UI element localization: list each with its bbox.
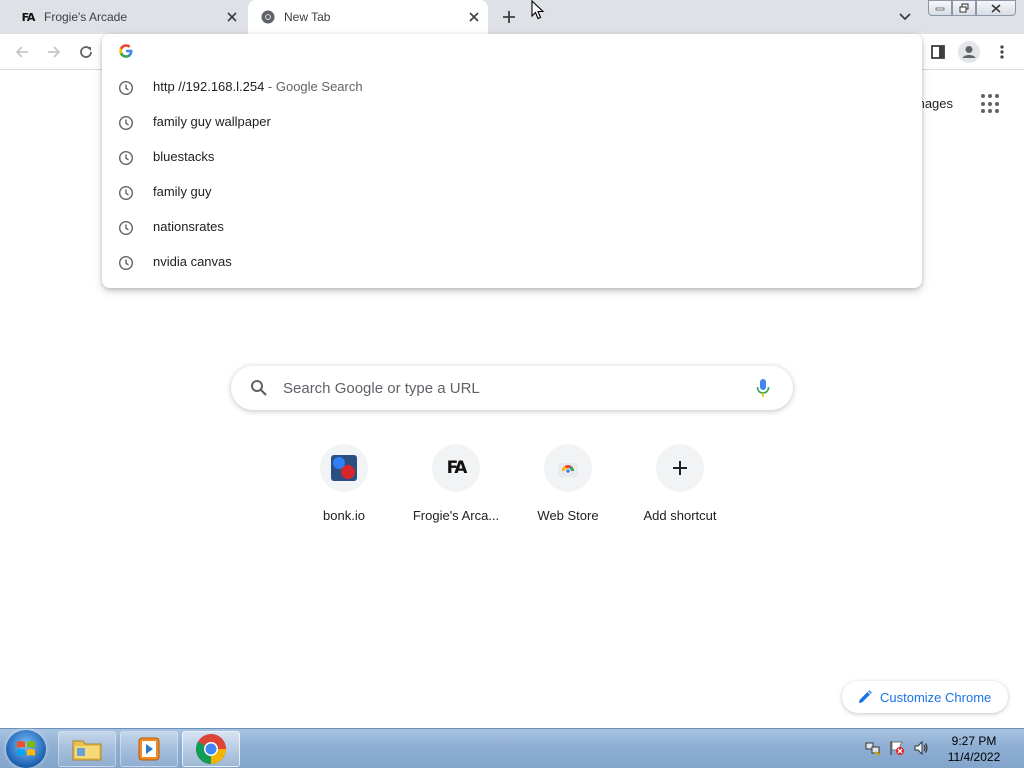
back-arrow-icon[interactable] (10, 40, 34, 64)
suggestion-item[interactable]: family guy wallpaper (102, 105, 922, 140)
tab-title: New Tab (284, 10, 331, 24)
google-apps-icon[interactable] (978, 92, 1002, 116)
shortcut-web-store[interactable]: Web Store (512, 444, 624, 540)
taskbar-clock[interactable]: 9:27 PM 11/4/2022 (940, 733, 1008, 765)
close-icon[interactable] (224, 9, 240, 25)
suggestion-item[interactable]: nvidia canvas (102, 245, 922, 280)
taskbar-explorer[interactable] (58, 731, 116, 767)
profile-avatar-icon[interactable] (957, 40, 981, 64)
suggestion-item[interactable]: nationsrates (102, 210, 922, 245)
side-panel-icon[interactable] (926, 40, 950, 64)
network-icon[interactable] (864, 739, 882, 757)
frogies-arcade-favicon: FA (21, 10, 36, 24)
suggestion-text: nvidia canvas (153, 254, 232, 269)
suggestion-text: http //192.168.l.254 - Google Search (153, 79, 363, 94)
tab-strip: FA Frogie's Arcade New Tab (0, 0, 1024, 34)
volume-icon[interactable] (912, 739, 930, 757)
history-clock-icon (118, 220, 134, 236)
window-controls (928, 0, 1016, 16)
chrome-icon (195, 734, 227, 765)
action-center-flag-icon[interactable] (888, 739, 906, 757)
chevron-down-icon[interactable] (896, 8, 914, 26)
history-clock-icon (118, 115, 134, 131)
tab-new-tab[interactable]: New Tab (248, 0, 488, 34)
clock-date: 11/4/2022 (947, 750, 1001, 764)
microphone-icon[interactable] (755, 378, 771, 398)
close-icon[interactable] (466, 9, 482, 25)
shortcut-frogies-arcade[interactable]: FA Frogie's Arca... (400, 444, 512, 540)
plus-icon (656, 444, 704, 492)
chrome-favicon-icon (260, 9, 276, 25)
customize-label: Customize Chrome (880, 689, 992, 705)
shortcut-label: Frogie's Arca... (412, 508, 500, 523)
suggestion-item[interactable]: family guy (102, 175, 922, 210)
start-button[interactable] (6, 730, 46, 768)
windows-logo-icon (17, 741, 35, 756)
restore-button[interactable] (952, 0, 976, 16)
tab-title: Frogie's Arcade (44, 10, 127, 24)
google-g-icon (119, 44, 133, 58)
suggestion-text: bluestacks (153, 149, 215, 164)
shortcut-label: bonk.io (323, 508, 365, 523)
more-menu-icon[interactable] (990, 40, 1014, 64)
taskbar-media-player[interactable] (120, 731, 178, 767)
system-tray (864, 739, 930, 757)
omnibox-input[interactable] (150, 42, 890, 62)
google-search-box[interactable] (231, 366, 793, 410)
history-clock-icon (118, 80, 134, 96)
taskbar-chrome[interactable] (182, 731, 240, 767)
shortcut-bonk-io[interactable]: bonk.io (288, 444, 400, 540)
search-input[interactable] (283, 378, 733, 398)
customize-chrome-button[interactable]: Customize Chrome (842, 681, 1008, 713)
suggestion-text: family guy wallpaper (153, 114, 271, 129)
shortcut-label: Add shortcut (643, 508, 717, 523)
media-player-icon (138, 737, 160, 761)
web-store-icon (544, 444, 592, 492)
pencil-icon (859, 690, 872, 703)
omnibox (102, 34, 922, 70)
history-clock-icon (118, 185, 134, 201)
frogies-arcade-icon: FA (432, 444, 480, 492)
reload-icon[interactable] (74, 40, 98, 64)
history-clock-icon (118, 255, 134, 271)
suggestion-item[interactable]: http //192.168.l.254 - Google Search (102, 70, 922, 105)
mouse-cursor-icon (531, 0, 545, 20)
minimize-button[interactable] (928, 0, 952, 16)
suggestion-item[interactable]: bluestacks (102, 140, 922, 175)
new-tab-plus-icon[interactable] (498, 6, 520, 28)
clock-time: 9:27 PM (951, 734, 997, 748)
shortcut-add-shortcut[interactable]: Add shortcut (624, 444, 736, 540)
history-clock-icon (118, 150, 134, 166)
search-icon (251, 380, 267, 396)
windows-taskbar: 9:27 PM 11/4/2022 (0, 728, 1024, 768)
bonk-icon (320, 444, 368, 492)
suggestion-text: nationsrates (153, 219, 224, 234)
suggestion-text: family guy (153, 184, 212, 199)
tab-frogies-arcade[interactable]: FA Frogie's Arcade (8, 0, 246, 34)
folder-icon (72, 740, 102, 761)
forward-arrow-icon[interactable] (42, 40, 66, 64)
omnibox-dropdown: http //192.168.l.254 - Google Search fam… (102, 34, 922, 288)
window-close-button[interactable] (976, 0, 1016, 16)
shortcut-label: Web Store (537, 508, 599, 523)
